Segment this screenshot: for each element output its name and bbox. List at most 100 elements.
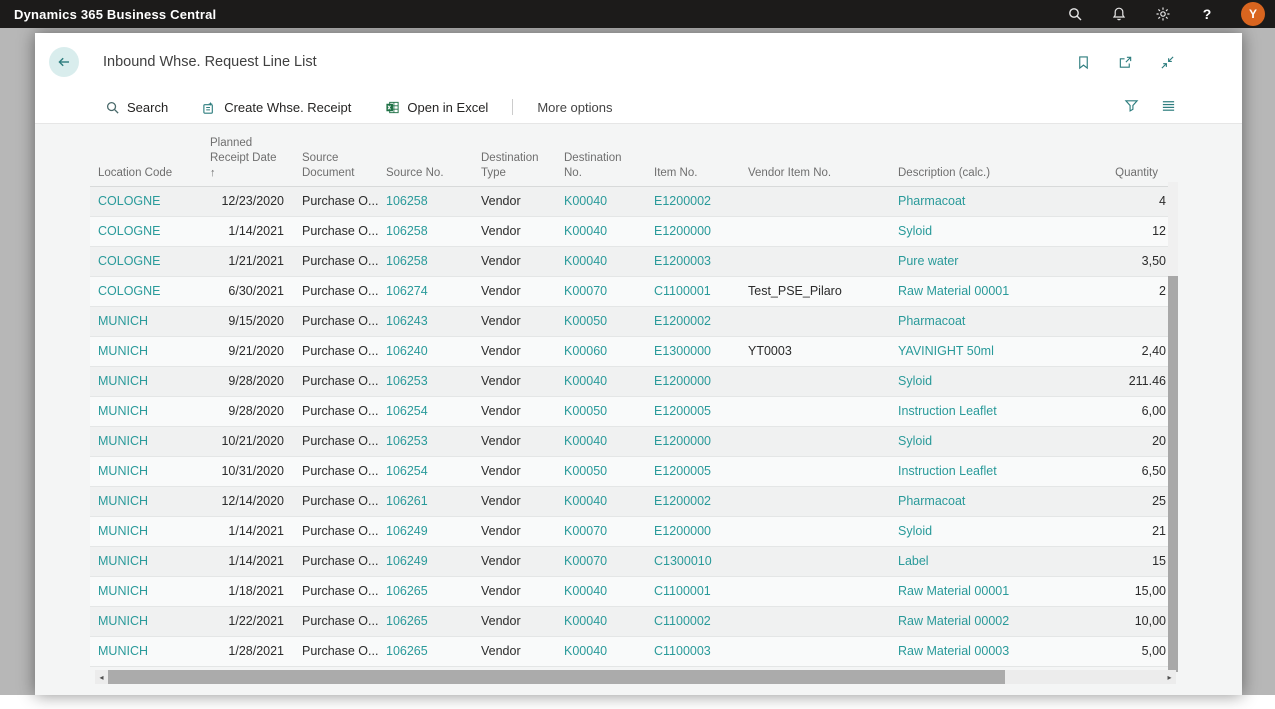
cell-location[interactable]: MUNICH (90, 577, 202, 606)
cell-item_no[interactable]: E1200002 (646, 307, 740, 336)
cell-description[interactable]: Raw Material 00001 (890, 277, 1105, 306)
table-row[interactable]: MUNICH10/31/2020Purchase O...106254Vendo… (90, 457, 1168, 487)
cell-source_no[interactable]: 106258 (378, 247, 473, 276)
cell-location[interactable]: COLOGNE (90, 247, 202, 276)
table-row[interactable]: MUNICH1/22/2021Purchase O...106265Vendor… (90, 607, 1168, 637)
table-row[interactable]: MUNICH1/14/2021Purchase O...106249Vendor… (90, 517, 1168, 547)
column-header-description[interactable]: Description (calc.) (890, 166, 1105, 181)
cell-location[interactable]: MUNICH (90, 337, 202, 366)
cell-location[interactable]: COLOGNE (90, 217, 202, 246)
cell-description[interactable]: Pure water (890, 247, 1105, 276)
cell-destination_no[interactable]: K00050 (556, 307, 646, 336)
back-button[interactable] (49, 47, 79, 77)
cell-description[interactable]: Label (890, 547, 1105, 576)
cell-source_no[interactable]: 106265 (378, 577, 473, 606)
cell-description[interactable]: Pharmacoat (890, 487, 1105, 516)
cell-destination_no[interactable]: K00040 (556, 427, 646, 456)
vertical-scrollbar[interactable] (1168, 182, 1178, 672)
cell-description[interactable]: Pharmacoat (890, 187, 1105, 216)
help-icon[interactable]: ? (1197, 4, 1217, 24)
filter-icon[interactable] (1124, 98, 1139, 116)
cell-destination_no[interactable]: K00050 (556, 397, 646, 426)
cell-item_no[interactable]: E1200002 (646, 487, 740, 516)
column-header-vendor_item_no[interactable]: Vendor Item No. (740, 166, 890, 181)
vertical-scrollbar-thumb[interactable] (1168, 276, 1178, 672)
cell-location[interactable]: MUNICH (90, 427, 202, 456)
collapse-icon[interactable] (1158, 53, 1176, 71)
cell-item_no[interactable]: E1200000 (646, 427, 740, 456)
notifications-icon[interactable] (1109, 4, 1129, 24)
cell-destination_no[interactable]: K00040 (556, 367, 646, 396)
open-in-new-window-icon[interactable] (1116, 53, 1134, 71)
open-in-excel-action[interactable]: Open in Excel (385, 100, 488, 115)
column-header-item_no[interactable]: Item No. (646, 166, 740, 181)
cell-destination_no[interactable]: K00050 (556, 457, 646, 486)
cell-destination_no[interactable]: K00040 (556, 187, 646, 216)
cell-location[interactable]: MUNICH (90, 517, 202, 546)
cell-item_no[interactable]: E1200000 (646, 367, 740, 396)
cell-source_no[interactable]: 106274 (378, 277, 473, 306)
cell-destination_no[interactable]: K00040 (556, 247, 646, 276)
bookmark-icon[interactable] (1074, 53, 1092, 71)
cell-description[interactable]: Syloid (890, 517, 1105, 546)
cell-source_no[interactable]: 106254 (378, 397, 473, 426)
table-row[interactable]: COLOGNE1/21/2021Purchase O...106258Vendo… (90, 247, 1168, 277)
column-header-destination_no[interactable]: DestinationNo. (556, 151, 646, 181)
cell-location[interactable]: COLOGNE (90, 277, 202, 306)
table-row[interactable]: COLOGNE12/23/2020Purchase O...106258Vend… (90, 187, 1168, 217)
cell-source_no[interactable]: 106254 (378, 457, 473, 486)
cell-source_no[interactable]: 106253 (378, 367, 473, 396)
cell-item_no[interactable]: E1300000 (646, 337, 740, 366)
cell-item_no[interactable]: E1200002 (646, 187, 740, 216)
cell-destination_no[interactable]: K00040 (556, 217, 646, 246)
column-header-quantity[interactable]: Quantity (1105, 166, 1168, 181)
account-avatar[interactable]: Y (1241, 2, 1265, 26)
cell-location[interactable]: MUNICH (90, 457, 202, 486)
cell-source_no[interactable]: 106253 (378, 427, 473, 456)
scroll-right-arrow[interactable]: ▸ (1163, 670, 1176, 684)
cell-description[interactable]: Syloid (890, 367, 1105, 396)
cell-description[interactable]: Instruction Leaflet (890, 457, 1105, 486)
cell-item_no[interactable]: E1200000 (646, 217, 740, 246)
table-row[interactable]: MUNICH1/18/2021Purchase O...106265Vendor… (90, 577, 1168, 607)
cell-source_no[interactable]: 106240 (378, 337, 473, 366)
cell-destination_no[interactable]: K00060 (556, 337, 646, 366)
table-row[interactable]: MUNICH9/28/2020Purchase O...106254Vendor… (90, 397, 1168, 427)
column-header-location[interactable]: Location Code (90, 166, 202, 181)
cell-item_no[interactable]: E1200003 (646, 247, 740, 276)
cell-location[interactable]: MUNICH (90, 547, 202, 576)
table-row[interactable]: MUNICH12/14/2020Purchase O...106261Vendo… (90, 487, 1168, 517)
cell-source_no[interactable]: 106258 (378, 187, 473, 216)
cell-description[interactable]: Raw Material 00003 (890, 637, 1105, 666)
table-row[interactable]: COLOGNE1/14/2021Purchase O...106258Vendo… (90, 217, 1168, 247)
column-header-planned_receipt_date[interactable]: PlannedReceipt Date↑ (202, 136, 294, 181)
cell-item_no[interactable]: C1300010 (646, 547, 740, 576)
horizontal-scrollbar-thumb[interactable] (108, 670, 1005, 684)
cell-description[interactable]: Syloid (890, 427, 1105, 456)
column-header-source_no[interactable]: Source No. (378, 166, 473, 181)
table-row[interactable]: MUNICH1/14/2021Purchase O...106249Vendor… (90, 547, 1168, 577)
cell-item_no[interactable]: E1200005 (646, 397, 740, 426)
scroll-left-arrow[interactable]: ◂ (95, 670, 108, 684)
table-row[interactable]: MUNICH1/28/2021Purchase O...106265Vendor… (90, 637, 1168, 667)
cell-destination_no[interactable]: K00040 (556, 577, 646, 606)
cell-description[interactable]: Raw Material 00001 (890, 577, 1105, 606)
cell-source_no[interactable]: 106249 (378, 547, 473, 576)
cell-source_no[interactable]: 106249 (378, 517, 473, 546)
cell-location[interactable]: MUNICH (90, 397, 202, 426)
cell-location[interactable]: MUNICH (90, 637, 202, 666)
cell-location[interactable]: MUNICH (90, 367, 202, 396)
choose-view-icon[interactable] (1161, 98, 1176, 116)
cell-source_no[interactable]: 106265 (378, 607, 473, 636)
cell-item_no[interactable]: C1100001 (646, 577, 740, 606)
cell-item_no[interactable]: E1200000 (646, 517, 740, 546)
table-row[interactable]: MUNICH9/15/2020Purchase O...106243Vendor… (90, 307, 1168, 337)
table-row[interactable]: MUNICH9/21/2020Purchase O...106240Vendor… (90, 337, 1168, 367)
cell-source_no[interactable]: 106261 (378, 487, 473, 516)
table-row[interactable]: COLOGNE6/30/2021Purchase O...106274Vendo… (90, 277, 1168, 307)
cell-description[interactable]: Instruction Leaflet (890, 397, 1105, 426)
cell-location[interactable]: COLOGNE (90, 187, 202, 216)
cell-source_no[interactable]: 106258 (378, 217, 473, 246)
table-row[interactable]: MUNICH9/28/2020Purchase O...106253Vendor… (90, 367, 1168, 397)
cell-destination_no[interactable]: K00070 (556, 547, 646, 576)
